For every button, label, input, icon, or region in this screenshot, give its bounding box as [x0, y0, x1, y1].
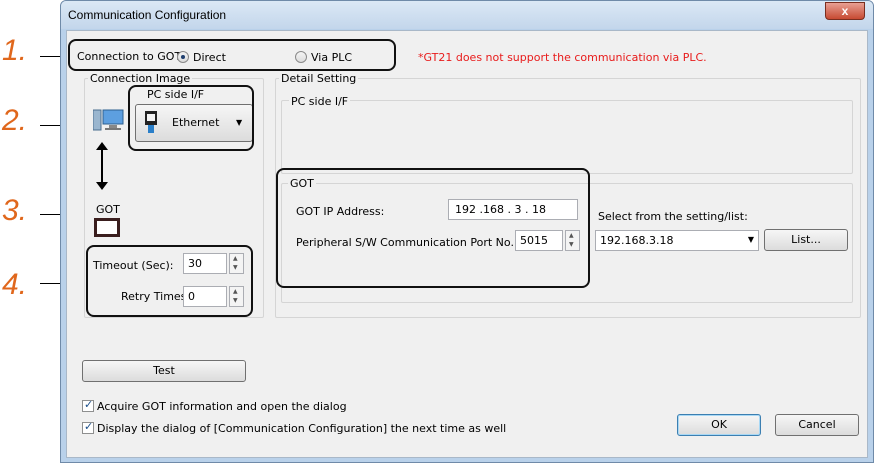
close-button[interactable]: x: [825, 2, 865, 20]
got-label: GOT: [96, 203, 120, 216]
list-button[interactable]: List...: [764, 229, 848, 251]
select-from-list-label: Select from the setting/list:: [598, 210, 748, 223]
detail-pc-side-if-label: PC side I/F: [289, 95, 351, 108]
double-arrow-icon: [96, 142, 108, 193]
got-device-icon: [94, 218, 120, 237]
display-checkbox[interactable]: [82, 420, 94, 434]
callout-4: 4.: [2, 268, 28, 301]
cancel-button[interactable]: Cancel: [775, 414, 859, 436]
dialog-title: Communication Configuration: [68, 8, 227, 22]
chevron-down-icon: ▼: [747, 235, 754, 244]
highlight-box-3: [276, 168, 590, 288]
acquire-checkbox-label[interactable]: Acquire GOT information and open the dia…: [97, 400, 347, 413]
connection-image-label: Connection Image: [88, 72, 193, 85]
highlight-box-2: [128, 85, 254, 151]
pc-monitor-icon: [92, 108, 125, 135]
ok-button[interactable]: OK: [677, 414, 761, 436]
detail-setting-label: Detail Setting: [279, 72, 359, 85]
test-button[interactable]: Test: [82, 360, 246, 382]
highlight-box-4: [86, 245, 253, 317]
callout-3: 3.: [2, 194, 28, 227]
connection-note: *GT21 does not support the communication…: [418, 51, 707, 64]
callout-2: 2.: [2, 104, 28, 137]
acquire-checkbox[interactable]: [82, 398, 94, 412]
address-select[interactable]: 192.168.3.18 ▼: [595, 230, 759, 251]
highlight-box-1: [68, 39, 396, 71]
address-select-value: 192.168.3.18: [600, 234, 674, 247]
display-checkbox-label[interactable]: Display the dialog of [Communication Con…: [97, 422, 506, 435]
callout-1: 1.: [2, 34, 28, 67]
pc-side-if-group: [281, 100, 853, 174]
